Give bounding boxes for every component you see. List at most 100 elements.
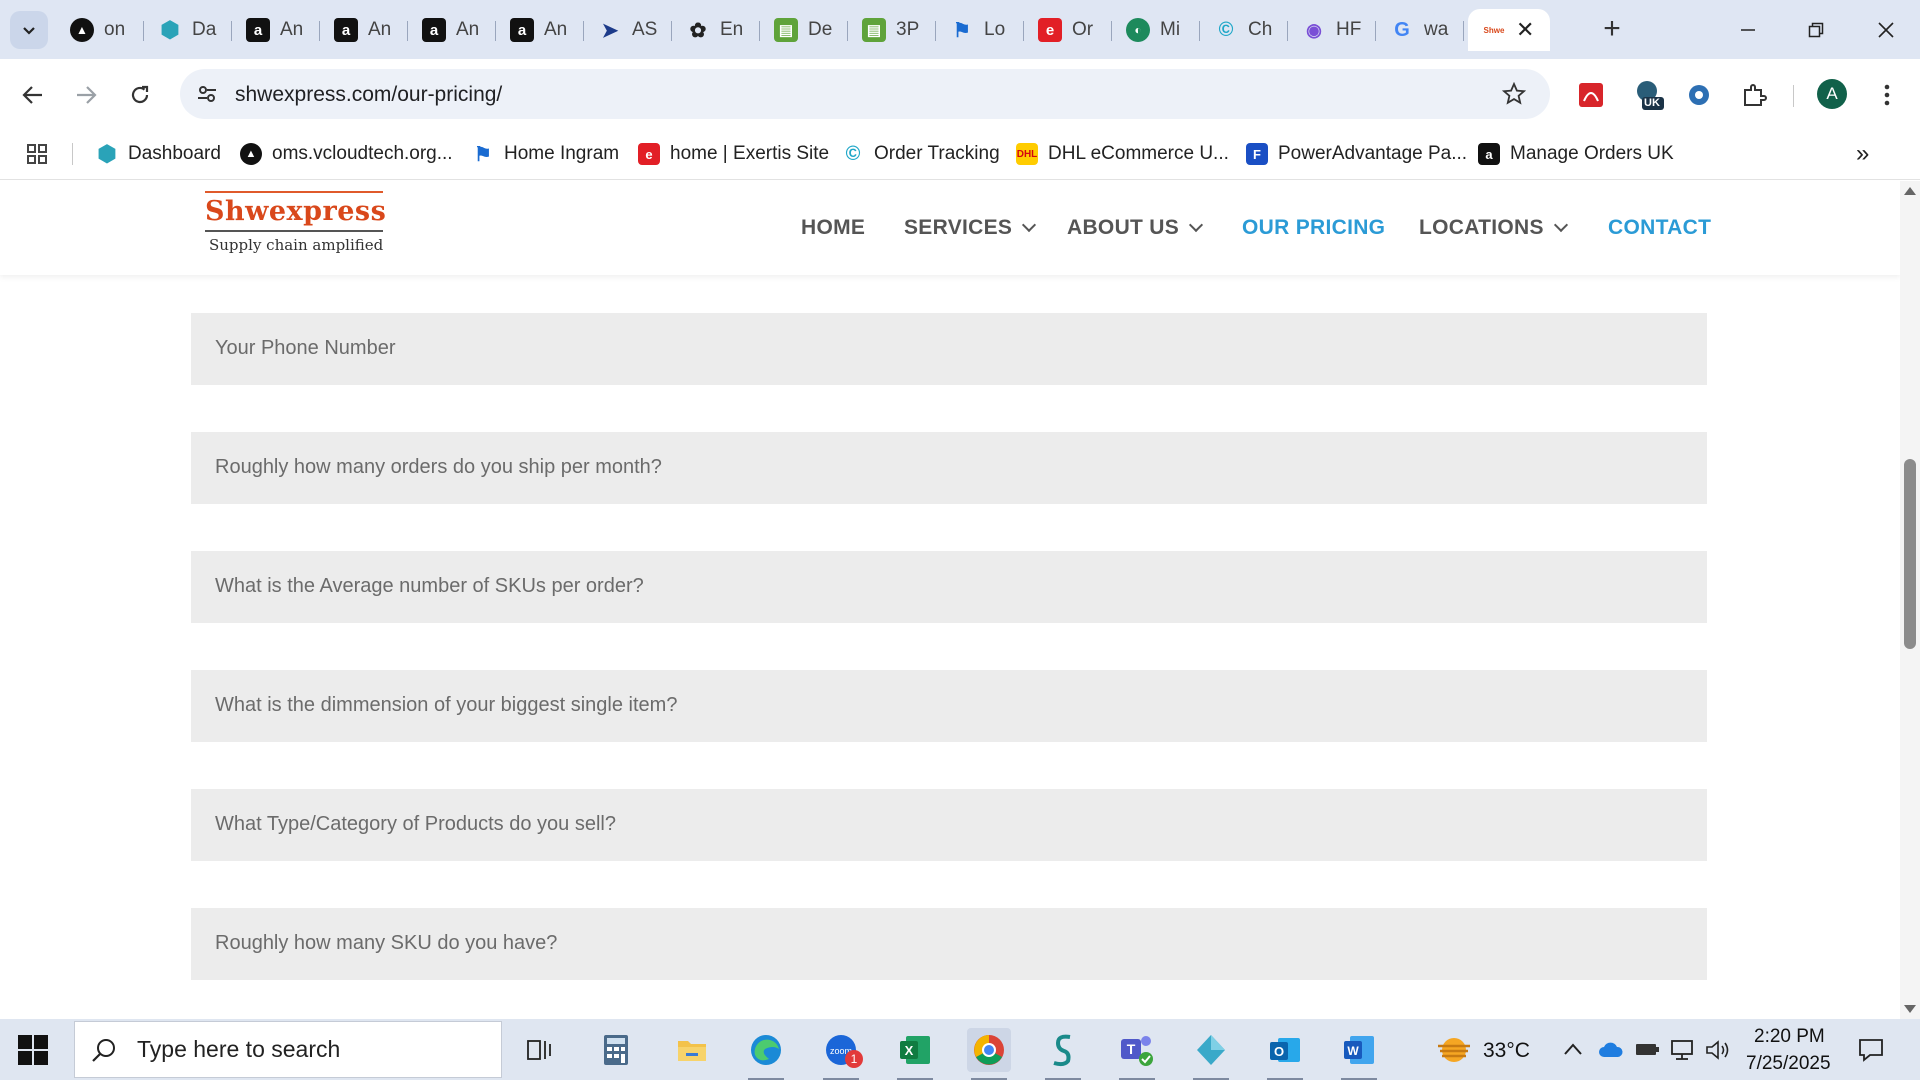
tab[interactable]: ▲ on (56, 9, 144, 51)
url-text[interactable]: shwexpress.com/our-pricing/ (235, 83, 502, 107)
taskbar-search-box[interactable]: Type here to search (74, 1021, 502, 1078)
teams-icon[interactable]: T (1115, 1028, 1159, 1080)
bookmark-oms[interactable]: ▲ oms.vcloudtech.org... (240, 139, 453, 169)
clock-date[interactable]: 7/25/2025 (1746, 1053, 1831, 1075)
tab[interactable]: ⚑ Lo (936, 9, 1024, 51)
clock-time[interactable]: 2:20 PM (1754, 1026, 1825, 1048)
word-icon[interactable]: W (1337, 1028, 1381, 1080)
tab[interactable]: ➤ AS (584, 9, 672, 51)
tab[interactable]: a An (496, 9, 584, 51)
bookmark-manage-orders[interactable]: a Manage Orders UK (1478, 139, 1674, 169)
exertis-icon: e (1038, 18, 1062, 42)
site-settings-icon[interactable] (196, 83, 218, 105)
scroll-down-arrow-icon[interactable] (1904, 1005, 1916, 1013)
address-bar[interactable]: shwexpress.com/our-pricing/ (180, 69, 1550, 119)
chevron-up-icon[interactable] (1563, 1042, 1583, 1056)
network-icon[interactable] (1669, 1039, 1695, 1061)
apps-grid-icon[interactable] (26, 139, 48, 169)
task-view-icon[interactable] (518, 1028, 562, 1072)
field-placeholder: Roughly how many orders do you ship per … (215, 456, 662, 478)
app-diamond-icon[interactable] (1189, 1028, 1233, 1080)
excel-icon[interactable]: X (893, 1028, 937, 1080)
reload-button[interactable] (120, 75, 160, 115)
back-button[interactable] (13, 75, 53, 115)
close-icon (1878, 22, 1894, 38)
bookmark-star-icon[interactable] (1502, 82, 1526, 106)
tab[interactable]: a An (232, 9, 320, 51)
tab[interactable]: ▤ 3P (848, 9, 936, 51)
orders-per-month-field[interactable]: Roughly how many orders do you ship per … (191, 432, 1707, 504)
tab[interactable]: ◐ Mi (1112, 9, 1200, 51)
weather-temperature[interactable]: 33°C (1483, 1039, 1530, 1063)
profile-avatar[interactable]: A (1817, 79, 1847, 109)
globe-uk-extension-icon[interactable]: UK (1632, 79, 1664, 111)
bookmark-dashboard[interactable]: ⬢ Dashboard (96, 139, 221, 169)
nav-locations[interactable]: LOCATIONS (1419, 216, 1568, 240)
forward-button[interactable] (66, 75, 106, 115)
nav-services[interactable]: SERVICES (904, 216, 1037, 240)
tab[interactable]: a An (320, 9, 408, 51)
kebab-menu-icon[interactable] (1871, 79, 1903, 111)
product-category-field[interactable]: What Type/Category of Products do you se… (191, 789, 1707, 861)
hexagon-icon: ⬢ (160, 17, 180, 42)
biggest-item-dimension-field[interactable]: What is the dimmension of your biggest s… (191, 670, 1707, 742)
weather-icon[interactable] (1432, 1028, 1476, 1072)
close-tab-icon[interactable]: ✕ (1516, 17, 1534, 43)
tab[interactable]: ⬢ Da (144, 9, 232, 51)
skus-per-order-field[interactable]: What is the Average number of SKUs per o… (191, 551, 1707, 623)
tab[interactable]: e Or (1024, 9, 1112, 51)
tab[interactable]: a An (408, 9, 496, 51)
nav-home[interactable]: HOME (801, 216, 865, 240)
more-bookmarks-icon[interactable]: » (1856, 139, 1869, 169)
tab[interactable]: © Ch (1200, 9, 1288, 51)
file-explorer-icon[interactable] (670, 1028, 714, 1072)
green-circle-icon: ◐ (1126, 18, 1150, 42)
tab[interactable]: ◉ HF (1288, 9, 1376, 51)
site-logo[interactable]: Shwexpress Supply chain amplified (205, 191, 386, 254)
windows-start-icon[interactable] (18, 1035, 48, 1065)
bookmark-home-ingram[interactable]: ⚑ Home Ingram (472, 139, 619, 169)
page-scrollbar[interactable] (1900, 181, 1920, 1019)
nav-our-pricing[interactable]: OUR PRICING (1242, 216, 1385, 240)
field-placeholder: Your Phone Number (215, 337, 396, 359)
restore-button[interactable] (1786, 10, 1846, 50)
scrollbar-thumb[interactable] (1904, 459, 1916, 649)
new-tab-button[interactable]: + (1594, 12, 1630, 48)
tab-search-button[interactable] (10, 11, 48, 49)
tab[interactable]: Gwa (1376, 9, 1464, 51)
nav-about-us[interactable]: ABOUT US (1067, 216, 1204, 240)
phone-number-field[interactable]: Your Phone Number (191, 313, 1707, 385)
tab[interactable]: ✿ En (672, 9, 760, 51)
sku-count-field[interactable]: Roughly how many SKU do you have? (191, 908, 1707, 980)
chevron-down-icon (23, 27, 35, 35)
bookmark-poweradvantage[interactable]: F PowerAdvantage Pa... (1246, 139, 1467, 169)
bookmark-exertis[interactable]: e home | Exertis Site (638, 139, 829, 169)
notifications-icon[interactable] (1858, 1038, 1884, 1062)
nav-contact[interactable]: CONTACT (1608, 216, 1711, 240)
outlook-icon[interactable]: O (1263, 1028, 1307, 1080)
battery-icon[interactable] (1634, 1040, 1660, 1058)
calculator-icon[interactable] (594, 1028, 638, 1072)
bookmark-order-tracking[interactable]: © Order Tracking (842, 139, 1000, 169)
close-window-button[interactable] (1856, 10, 1916, 50)
tab[interactable]: ▤ De (760, 9, 848, 51)
minimize-icon (1741, 29, 1755, 31)
tab-active[interactable]: Shwe ✕ (1468, 9, 1550, 51)
scroll-up-arrow-icon[interactable] (1904, 187, 1916, 195)
zoom-icon[interactable]: zoom 1 (819, 1028, 863, 1080)
blue-flag-icon: ⚑ (474, 143, 492, 166)
taskbar-search-placeholder: Type here to search (137, 1036, 341, 1062)
chrome-icon[interactable] (967, 1028, 1011, 1080)
svg-text:W: W (1347, 1044, 1359, 1058)
black-circle-icon: ▲ (240, 143, 262, 165)
extension-gear-icon[interactable] (1683, 79, 1715, 111)
onedrive-cloud-icon[interactable] (1598, 1041, 1624, 1059)
pdf-extension-icon[interactable] (1575, 79, 1607, 111)
bookmarks-divider (72, 143, 73, 165)
sway-icon[interactable] (1041, 1028, 1085, 1080)
minimize-button[interactable] (1718, 10, 1778, 50)
extensions-puzzle-icon[interactable] (1738, 79, 1770, 111)
volume-icon[interactable] (1705, 1039, 1731, 1061)
edge-icon[interactable] (744, 1028, 788, 1080)
bookmark-dhl[interactable]: DHL DHL eCommerce U... (1016, 139, 1229, 169)
